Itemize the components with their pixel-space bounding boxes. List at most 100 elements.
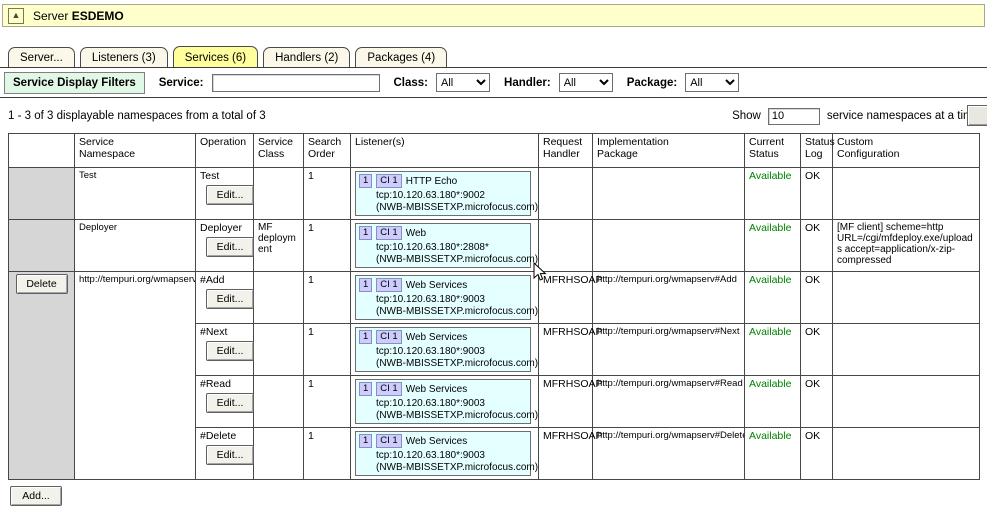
request-handler-cell: MFRHSOAP — [539, 376, 593, 428]
tab-handlers[interactable]: Handlers (2) — [263, 47, 350, 67]
listener-address: tcp:10.120.63.180*:9003 — [356, 397, 530, 409]
listeners-cell: 1 CI 1 Web Services tcp:10.120.63.180*:9… — [351, 376, 539, 428]
status-log-cell: OK — [801, 376, 833, 428]
handler-filter-select[interactable]: All — [559, 73, 613, 92]
package-filter-select[interactable]: All — [685, 73, 739, 92]
implementation-package-cell — [593, 220, 745, 272]
service-filter-label: Service: — [159, 77, 204, 89]
status-log-cell: OK — [801, 428, 833, 480]
request-handler-cell: MFRHSOAP — [539, 428, 593, 480]
header-service-class: Service Class — [254, 134, 304, 168]
service-class-cell: MF deployment — [254, 220, 304, 272]
listener-name: Web Services — [406, 436, 468, 447]
services-table: Service Namespace Operation Service Clas… — [8, 133, 980, 480]
listeners-cell: 1 CI 1 Web Services tcp:10.120.63.180*:9… — [351, 324, 539, 376]
edit-button[interactable]: Edit... — [206, 445, 254, 465]
header-operation: Operation — [196, 134, 254, 168]
package-filter-label: Package: — [627, 77, 678, 89]
implementation-package-cell: http://tempuri.org/wmapserv#Delete — [593, 428, 745, 480]
listener-entry: 1 CI 1 HTTP Echo tcp:10.120.63.180*:9002… — [355, 171, 531, 216]
tab-services[interactable]: Services (6) — [173, 46, 258, 67]
custom-configuration-cell: [MF client] scheme=http URL=/cgi/mfdeplo… — [833, 220, 980, 272]
edit-button[interactable]: Edit... — [206, 237, 254, 257]
operation-name: Deployer — [200, 222, 249, 234]
pagination-row: 1 - 3 of 3 displayable namespaces from a… — [8, 105, 979, 127]
listeners-cell: 1 CI 1 Web Services tcp:10.120.63.180*:9… — [351, 428, 539, 480]
header-search-order: Search Order — [304, 134, 351, 168]
custom-configuration-cell — [833, 272, 980, 324]
edit-button[interactable]: Edit... — [206, 341, 254, 361]
server-name: ESDEMO — [72, 9, 124, 23]
pagination-summary: 1 - 3 of 3 displayable namespaces from a… — [8, 110, 732, 122]
header-listeners: Listener(s) — [351, 134, 539, 168]
listener-host: (NWB-MBISSETXP.microfocus.com) — [356, 201, 530, 213]
operation-name: #Read — [200, 378, 249, 390]
listener-index-badge: 1 — [359, 278, 372, 292]
listener-host: (NWB-MBISSETXP.microfocus.com) — [356, 253, 530, 265]
service-namespace-cell: http://tempuri.org/wmapserv — [75, 272, 196, 480]
table-header-row: Service Namespace Operation Service Clas… — [9, 134, 980, 168]
listener-index-badge: 1 — [359, 382, 372, 396]
status-log-cell: OK — [801, 272, 833, 324]
tab-listeners[interactable]: Listeners (3) — [80, 47, 168, 67]
collapse-triangle-icon[interactable]: ▲ — [8, 8, 24, 24]
listener-name: Web — [406, 228, 426, 239]
listener-class-badge: CI 1 — [376, 278, 401, 292]
operation-cell: Deployer Edit... — [196, 220, 254, 272]
class-filter-select[interactable]: All — [436, 73, 490, 92]
listener-entry: 1 CI 1 Web tcp:10.120.63.180*:2808* (NWB… — [355, 223, 531, 268]
status-log-cell: OK — [801, 220, 833, 272]
add-button[interactable]: Add... — [10, 486, 62, 506]
service-namespace-cell: Deployer — [75, 220, 196, 272]
listener-class-badge: CI 1 — [376, 174, 401, 188]
listener-entry: 1 CI 1 Web Services tcp:10.120.63.180*:9… — [355, 275, 531, 320]
listener-index-badge: 1 — [359, 434, 372, 448]
search-order-cell: 1 — [304, 220, 351, 272]
actions-cell — [9, 220, 75, 272]
header-request-handler: Request Handler — [539, 134, 593, 168]
service-filter-input[interactable] — [212, 74, 380, 92]
listener-address: tcp:10.120.63.180*:2808* — [356, 241, 530, 253]
partial-edge-button[interactable] — [967, 105, 987, 126]
operation-cell: #Add Edit... — [196, 272, 254, 324]
tab-strip: Server... Listeners (3) Services (6) Han… — [8, 43, 987, 67]
edit-button[interactable]: Edit... — [206, 289, 254, 309]
server-header-bar: ▲ Server ESDEMO — [2, 4, 985, 27]
listener-entry: 1 CI 1 Web Services tcp:10.120.63.180*:9… — [355, 431, 531, 476]
server-label: Server — [33, 9, 68, 23]
service-class-cell — [254, 376, 304, 428]
search-order-cell: 1 — [304, 272, 351, 324]
filter-bar: Service Display Filters Service: Class: … — [0, 67, 987, 98]
search-order-cell: 1 — [304, 168, 351, 220]
edit-button[interactable]: Edit... — [206, 393, 254, 413]
operation-cell: #Delete Edit... — [196, 428, 254, 480]
class-filter-label: Class: — [394, 77, 429, 89]
operation-cell: #Next Edit... — [196, 324, 254, 376]
search-order-cell: 1 — [304, 428, 351, 480]
show-count-input[interactable] — [768, 108, 820, 125]
handler-filter-label: Handler: — [504, 77, 551, 89]
implementation-package-cell: http://tempuri.org/wmapserv#Read — [593, 376, 745, 428]
current-status-cell: Available — [745, 220, 801, 272]
operation-name: Test — [200, 170, 249, 182]
current-status-cell: Available — [745, 272, 801, 324]
current-status-cell: Available — [745, 376, 801, 428]
request-handler-cell: MFRHSOAP — [539, 324, 593, 376]
table-row: Deployer Deployer Edit... MF deployment … — [9, 220, 980, 272]
listener-address: tcp:10.120.63.180*:9003 — [356, 345, 530, 357]
listener-name: Web Services — [406, 384, 468, 395]
header-service-namespace: Service Namespace — [75, 134, 196, 168]
filter-title: Service Display Filters — [4, 72, 145, 94]
search-order-cell: 1 — [304, 376, 351, 428]
listener-entry: 1 CI 1 Web Services tcp:10.120.63.180*:9… — [355, 327, 531, 372]
edit-button[interactable]: Edit... — [206, 185, 254, 205]
listener-index-badge: 1 — [359, 330, 372, 344]
tab-packages[interactable]: Packages (4) — [355, 47, 447, 67]
listener-name: Web Services — [406, 332, 468, 343]
tab-server[interactable]: Server... — [8, 47, 75, 67]
implementation-package-cell: http://tempuri.org/wmapserv#Next — [593, 324, 745, 376]
header-implementation-package: Implementation Package — [593, 134, 745, 168]
implementation-package-cell — [593, 168, 745, 220]
header-custom-configuration: Custom Configuration — [833, 134, 980, 168]
delete-button[interactable]: Delete — [16, 274, 68, 294]
